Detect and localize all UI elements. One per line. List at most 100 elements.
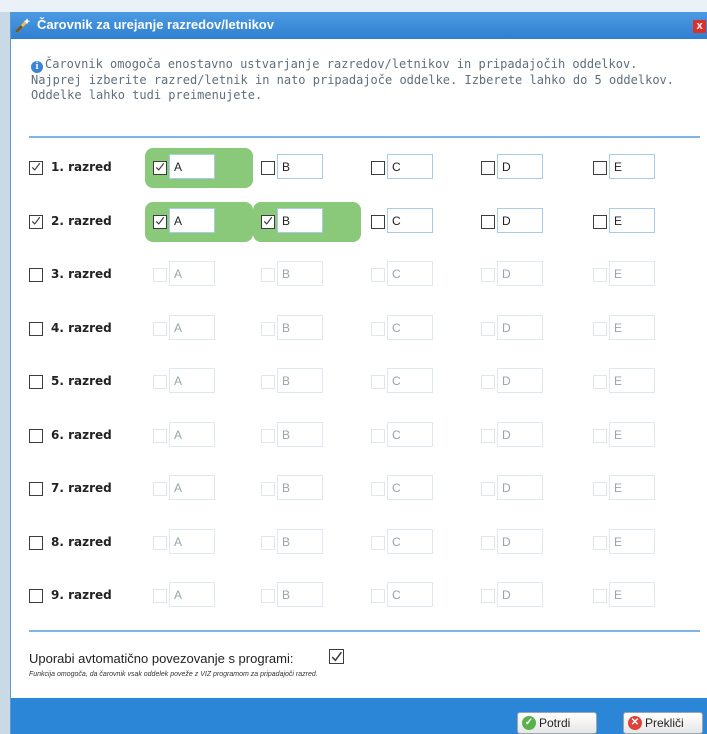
- department-checkbox[interactable]: [153, 215, 167, 229]
- department-checkbox[interactable]: [371, 375, 385, 389]
- department-name-input[interactable]: B: [277, 368, 323, 393]
- department-checkbox[interactable]: [481, 215, 495, 229]
- department-checkbox[interactable]: [153, 322, 167, 336]
- department-checkbox[interactable]: [481, 429, 495, 443]
- department-name-input[interactable]: E: [609, 154, 655, 179]
- department-name-input[interactable]: D: [497, 368, 543, 393]
- department-name-input[interactable]: C: [387, 475, 433, 500]
- department-checkbox[interactable]: [153, 589, 167, 603]
- department-checkbox[interactable]: [593, 161, 607, 175]
- department-name-input[interactable]: B: [277, 529, 323, 554]
- department-name-input[interactable]: E: [609, 475, 655, 500]
- department-checkbox[interactable]: [261, 215, 275, 229]
- department-name-input[interactable]: B: [277, 315, 323, 340]
- department-checkbox[interactable]: [261, 322, 275, 336]
- department-checkbox[interactable]: [481, 322, 495, 336]
- department-name-input[interactable]: D: [497, 154, 543, 179]
- grade-checkbox[interactable]: [29, 375, 43, 389]
- department-name-input[interactable]: B: [277, 154, 323, 179]
- department-checkbox[interactable]: [261, 161, 275, 175]
- auto-link-checkbox[interactable]: [329, 649, 344, 664]
- department-name-input[interactable]: A: [169, 422, 215, 447]
- department-checkbox[interactable]: [371, 215, 385, 229]
- department-checkbox[interactable]: [593, 589, 607, 603]
- grade-checkbox[interactable]: [29, 536, 43, 550]
- department-name-input[interactable]: A: [169, 261, 215, 286]
- cancel-button[interactable]: ✕ Prekliči: [623, 712, 703, 734]
- department-checkbox[interactable]: [153, 161, 167, 175]
- grade-checkbox[interactable]: [29, 215, 43, 229]
- department-name-input[interactable]: A: [169, 154, 215, 179]
- department-name-input[interactable]: A: [169, 475, 215, 500]
- department-name-input[interactable]: E: [609, 582, 655, 607]
- department-checkbox[interactable]: [153, 375, 167, 389]
- department-checkbox[interactable]: [371, 589, 385, 603]
- department-name-input[interactable]: C: [387, 529, 433, 554]
- department-checkbox[interactable]: [481, 589, 495, 603]
- department-name-input[interactable]: E: [609, 261, 655, 286]
- department-checkbox[interactable]: [371, 536, 385, 550]
- department-name-input[interactable]: B: [277, 582, 323, 607]
- department-name-input[interactable]: A: [169, 529, 215, 554]
- department-checkbox[interactable]: [261, 589, 275, 603]
- department-checkbox[interactable]: [593, 215, 607, 229]
- department-name-input[interactable]: C: [387, 582, 433, 607]
- department-checkbox[interactable]: [481, 375, 495, 389]
- titlebar[interactable]: Čarovnik za urejanje razredov/letnikov x: [11, 12, 707, 39]
- department-name-input[interactable]: C: [387, 261, 433, 286]
- department-name-input[interactable]: D: [497, 261, 543, 286]
- grade-checkbox[interactable]: [29, 161, 43, 175]
- department-checkbox[interactable]: [481, 268, 495, 282]
- department-checkbox[interactable]: [153, 482, 167, 496]
- department-checkbox[interactable]: [153, 268, 167, 282]
- confirm-button[interactable]: ✓ Potrdi: [517, 712, 597, 734]
- department-name-input[interactable]: A: [169, 582, 215, 607]
- department-checkbox[interactable]: [593, 322, 607, 336]
- department-name-input[interactable]: D: [497, 529, 543, 554]
- department-checkbox[interactable]: [261, 536, 275, 550]
- department-checkbox[interactable]: [261, 482, 275, 496]
- grade-checkbox[interactable]: [29, 589, 43, 603]
- department-checkbox[interactable]: [593, 429, 607, 443]
- department-name-input[interactable]: E: [609, 422, 655, 447]
- department-name-input[interactable]: C: [387, 422, 433, 447]
- grade-checkbox[interactable]: [29, 482, 43, 496]
- department-checkbox[interactable]: [481, 536, 495, 550]
- department-checkbox[interactable]: [371, 429, 385, 443]
- department-name-input[interactable]: B: [277, 208, 323, 233]
- department-name-input[interactable]: C: [387, 368, 433, 393]
- department-checkbox[interactable]: [481, 482, 495, 496]
- department-name-input[interactable]: C: [387, 154, 433, 179]
- department-name-input[interactable]: C: [387, 315, 433, 340]
- department-checkbox[interactable]: [261, 268, 275, 282]
- department-name-input[interactable]: E: [609, 315, 655, 340]
- department-name-input[interactable]: E: [609, 368, 655, 393]
- department-name-input[interactable]: D: [497, 582, 543, 607]
- grade-checkbox[interactable]: [29, 268, 43, 282]
- department-checkbox[interactable]: [371, 268, 385, 282]
- department-checkbox[interactable]: [371, 322, 385, 336]
- department-checkbox[interactable]: [153, 536, 167, 550]
- department-checkbox[interactable]: [593, 268, 607, 282]
- department-name-input[interactable]: E: [609, 208, 655, 233]
- department-name-input[interactable]: D: [497, 208, 543, 233]
- department-name-input[interactable]: B: [277, 261, 323, 286]
- department-name-input[interactable]: B: [277, 422, 323, 447]
- department-name-input[interactable]: C: [387, 208, 433, 233]
- department-name-input[interactable]: A: [169, 368, 215, 393]
- department-checkbox[interactable]: [593, 375, 607, 389]
- department-checkbox[interactable]: [481, 161, 495, 175]
- department-checkbox[interactable]: [593, 536, 607, 550]
- department-name-input[interactable]: A: [169, 208, 215, 233]
- department-name-input[interactable]: D: [497, 315, 543, 340]
- department-name-input[interactable]: D: [497, 422, 543, 447]
- department-checkbox[interactable]: [261, 375, 275, 389]
- grade-checkbox[interactable]: [29, 322, 43, 336]
- department-checkbox[interactable]: [153, 429, 167, 443]
- department-name-input[interactable]: B: [277, 475, 323, 500]
- department-checkbox[interactable]: [261, 429, 275, 443]
- department-name-input[interactable]: E: [609, 529, 655, 554]
- department-checkbox[interactable]: [593, 482, 607, 496]
- close-button[interactable]: x: [693, 20, 706, 33]
- department-checkbox[interactable]: [371, 161, 385, 175]
